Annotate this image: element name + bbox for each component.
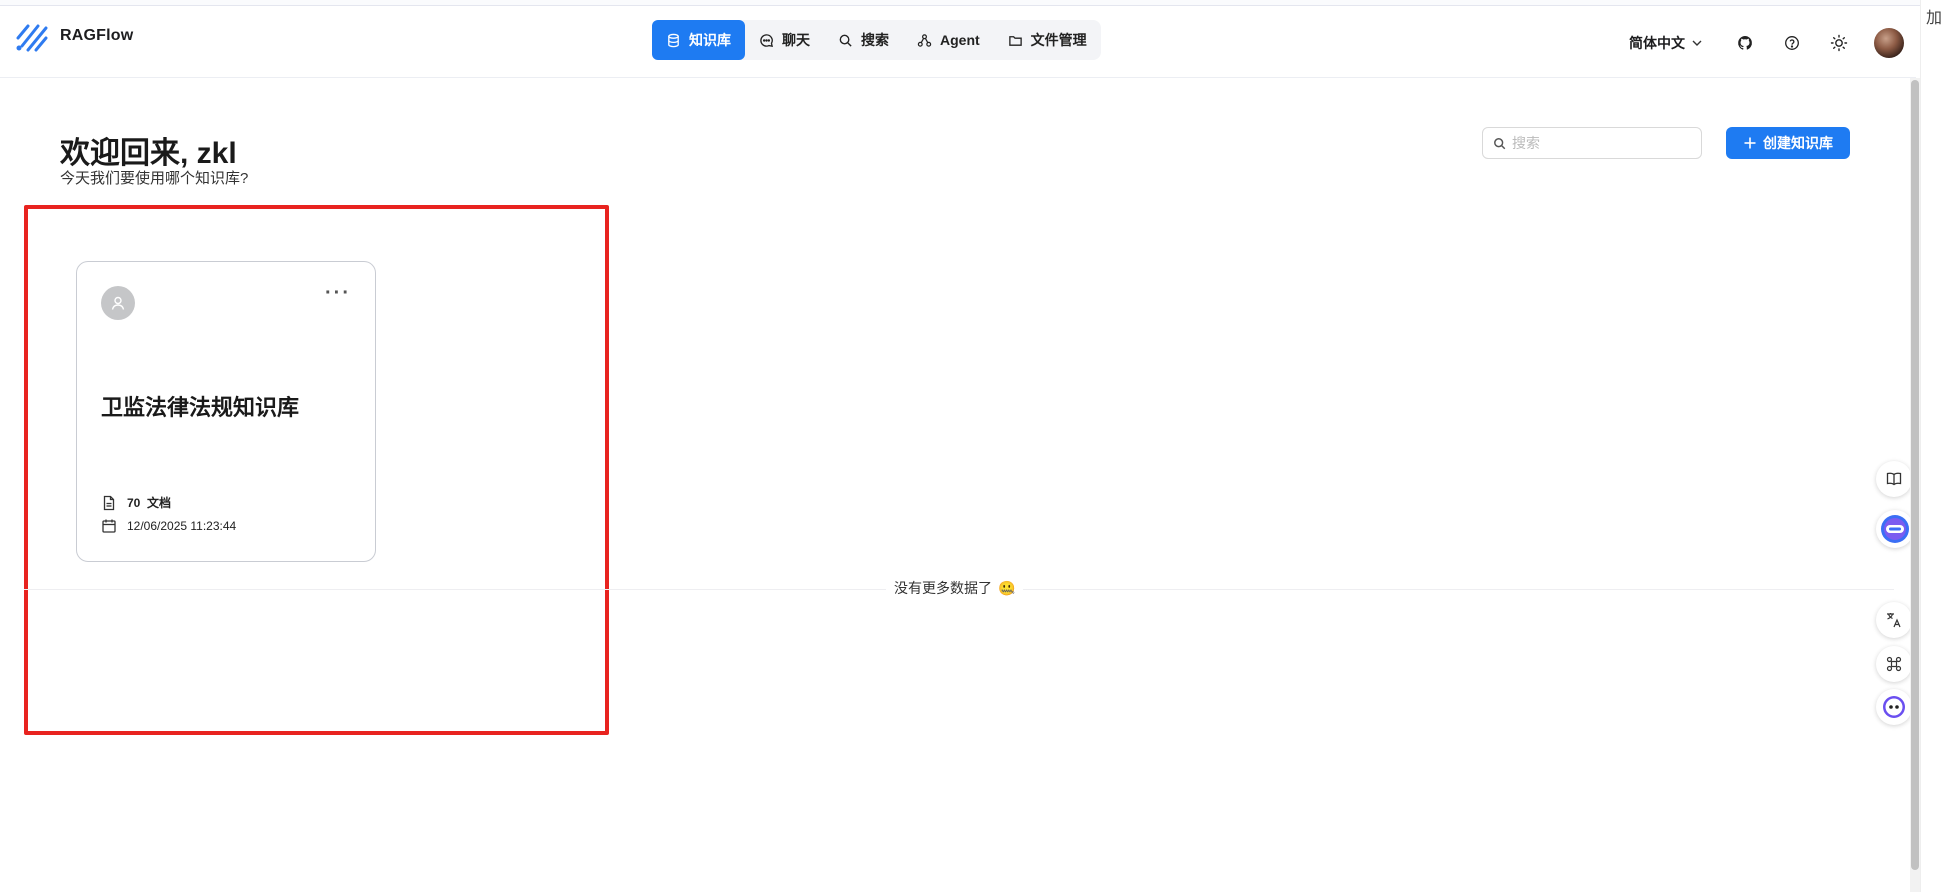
- command-icon: [1886, 656, 1902, 672]
- updated-date-value: 12/06/2025 11:23:44: [127, 519, 237, 533]
- knowledge-base-avatar: [101, 286, 135, 320]
- header-actions: 简体中文: [1629, 26, 1916, 60]
- nav-label: 搜索: [861, 32, 889, 48]
- github-icon: [1738, 36, 1752, 50]
- calendar-icon: [102, 519, 116, 533]
- chat-icon: [760, 33, 773, 47]
- ragflow-logo-icon: [16, 24, 48, 52]
- floating-translate-button[interactable]: [1876, 602, 1912, 638]
- updated-date: 12/06/2025 11:23:44: [101, 518, 236, 534]
- create-button-label: 创建知识库: [1763, 135, 1833, 151]
- book-icon: [1886, 472, 1902, 486]
- more-options-icon[interactable]: ···: [325, 283, 351, 303]
- theme-sun-icon: [1830, 34, 1848, 52]
- search-box[interactable]: [1482, 127, 1702, 159]
- nav-file-management[interactable]: 文件管理: [994, 20, 1101, 60]
- search-input[interactable]: [1512, 135, 1682, 151]
- floating-ai-assistant-button[interactable]: [1876, 510, 1914, 548]
- floating-book-button[interactable]: [1876, 461, 1912, 497]
- floating-robot-button[interactable]: [1876, 689, 1912, 725]
- ai-assistant-icon: [1881, 515, 1909, 543]
- agent-graph-icon: [917, 33, 932, 47]
- search-icon: [839, 34, 852, 47]
- nav-label: 文件管理: [1030, 32, 1087, 48]
- help-button[interactable]: [1775, 26, 1809, 60]
- theme-toggle-button[interactable]: [1822, 26, 1856, 60]
- nav-chat[interactable]: 聊天: [745, 20, 824, 60]
- brand[interactable]: RAGFlow: [14, 18, 133, 54]
- scrollbar-thumb[interactable]: [1911, 80, 1919, 870]
- app-window: RAGFlow 知识库 聊天 搜索 Agent 文件管理 简体中文 欢迎回来, …: [0, 0, 1948, 892]
- header: RAGFlow 知识库 聊天 搜索 Agent 文件管理 简体中文: [0, 6, 1916, 78]
- database-icon: [668, 33, 679, 47]
- chevron-down-icon: [1692, 40, 1702, 46]
- page-title: 欢迎回来, zkl: [60, 137, 237, 170]
- zipper-mouth-emoji-icon: 🤐: [998, 579, 1016, 596]
- github-button[interactable]: [1728, 26, 1762, 60]
- nav-agent[interactable]: Agent: [903, 20, 994, 60]
- nav-knowledge-base[interactable]: 知识库: [652, 20, 745, 60]
- user-avatar[interactable]: [1874, 28, 1904, 58]
- plus-icon: [1744, 137, 1756, 149]
- document-count-label: 文档: [147, 496, 172, 510]
- document-count-value: 70: [127, 496, 141, 510]
- nav-label: 聊天: [782, 32, 810, 48]
- user-icon: [111, 296, 125, 310]
- adjacent-panel-text: 加: [1926, 10, 1943, 27]
- app-name: RAGFlow: [60, 27, 134, 44]
- translate-icon: [1887, 613, 1901, 628]
- language-label: 简体中文: [1629, 35, 1685, 51]
- document-icon: [103, 495, 115, 510]
- nav-label: Agent: [940, 32, 980, 48]
- knowledge-base-card[interactable]: ··· 卫监法律法规知识库 70 文档 12/06/2025 11:23:44: [76, 261, 376, 562]
- search-icon: [1494, 137, 1506, 149]
- help-icon: [1785, 36, 1799, 50]
- no-more-text: 没有更多数据了: [894, 580, 992, 596]
- create-knowledge-base-button[interactable]: 创建知识库: [1726, 127, 1850, 159]
- folder-icon: [1008, 35, 1022, 46]
- page-subtitle: 今天我们要使用哪个知识库?: [60, 170, 249, 187]
- nav-label: 知识库: [689, 32, 731, 48]
- document-count: 70 文档: [101, 494, 171, 511]
- adjacent-panel-edge: [1920, 0, 1948, 892]
- language-selector[interactable]: 简体中文: [1629, 33, 1703, 53]
- nav-search[interactable]: 搜索: [824, 20, 903, 60]
- main-nav: 知识库 聊天 搜索 Agent 文件管理: [652, 20, 1101, 60]
- knowledge-base-title: 卫监法律法规知识库: [101, 395, 300, 420]
- no-more-data-label: 没有更多数据了 🤐: [886, 578, 1024, 598]
- robot-face-icon: [1883, 696, 1905, 718]
- floating-command-button[interactable]: [1876, 646, 1912, 682]
